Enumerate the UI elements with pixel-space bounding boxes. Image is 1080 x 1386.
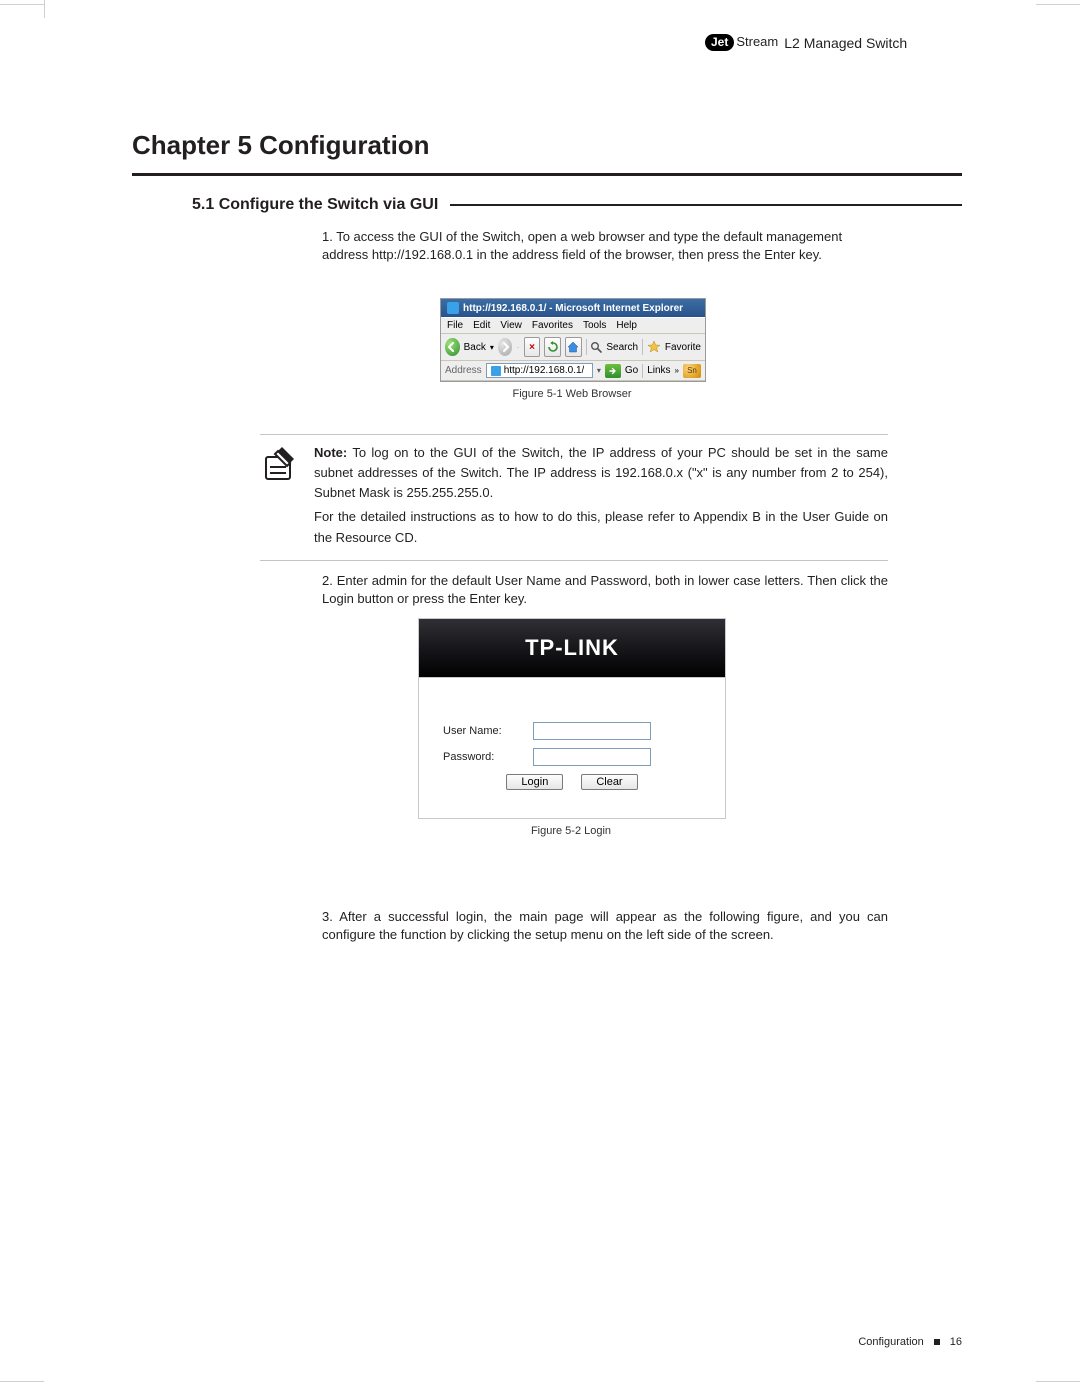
password-label: Password:: [443, 751, 527, 763]
brand-stream: Stream: [736, 34, 778, 49]
note-icon: [260, 443, 300, 485]
links-chevrons-icon[interactable]: »: [675, 366, 679, 375]
ie-menubar: File Edit View Favorites Tools Help: [441, 317, 705, 334]
home-button[interactable]: [565, 337, 582, 357]
crop-mark: [0, 4, 44, 5]
sn-label: Sn: [687, 366, 697, 375]
toolbar-divider: [586, 339, 587, 355]
ie-window: http://192.168.0.1/ - Microsoft Internet…: [440, 298, 706, 382]
sn-button[interactable]: Sn: [683, 364, 701, 378]
address-dropdown-icon[interactable]: ▾: [597, 366, 601, 375]
brand-tagline: L2 Managed Switch: [784, 35, 907, 51]
tp-link-logo: TP-LINK: [525, 635, 619, 661]
menu-file[interactable]: File: [447, 320, 463, 331]
chapter-title: Chapter 5 Configuration: [132, 130, 962, 161]
refresh-button[interactable]: [544, 337, 561, 357]
menu-help[interactable]: Help: [616, 320, 637, 331]
crop-mark: [1036, 1381, 1080, 1382]
stop-button[interactable]: ×: [524, 337, 541, 357]
figure-5-2: TP-LINK User Name: Password: Login Clear…: [418, 618, 724, 837]
login-button[interactable]: Login: [506, 774, 563, 790]
footer-section: Configuration: [858, 1336, 923, 1348]
menu-edit[interactable]: Edit: [473, 320, 490, 331]
page-footer: Configuration 16: [858, 1336, 962, 1348]
favorites-label[interactable]: Favorite: [665, 342, 701, 353]
password-input[interactable]: [533, 748, 651, 766]
login-header: TP-LINK: [419, 619, 725, 678]
header-brand-line: JetStream L2 Managed Switch: [705, 34, 962, 51]
toolbar-separator: ·: [516, 342, 519, 353]
back-dropdown-icon[interactable]: ▾: [490, 343, 494, 352]
toolbar-divider: [642, 339, 643, 355]
step-2-text: 2. Enter admin for the default User Name…: [322, 572, 888, 608]
step-3-text: 3. After a successful login, the main pa…: [322, 908, 888, 944]
search-label[interactable]: Search: [606, 342, 638, 353]
menu-tools[interactable]: Tools: [583, 320, 606, 331]
chapter-rule: [132, 173, 962, 176]
note-label: Note:: [314, 445, 347, 460]
address-input[interactable]: http://192.168.0.1/: [486, 363, 593, 378]
ie-toolbar: Back ▾ · × Search: [441, 334, 705, 361]
page-icon: [491, 366, 501, 376]
note-p1: To log on to the GUI of the Switch, the …: [314, 445, 888, 500]
figure-5-2-caption: Figure 5-2 Login: [418, 825, 724, 837]
password-row: Password:: [443, 748, 701, 766]
address-label: Address: [445, 365, 482, 376]
note-text: Note: To log on to the GUI of the Switch…: [314, 443, 888, 552]
ie-title: http://192.168.0.1/ - Microsoft Internet…: [463, 303, 683, 314]
username-row: User Name:: [443, 722, 701, 740]
menu-favorites[interactable]: Favorites: [532, 320, 573, 331]
crop-mark: [44, 0, 45, 18]
ie-titlebar: http://192.168.0.1/ - Microsoft Internet…: [441, 299, 705, 317]
search-icon: [590, 341, 602, 353]
note-p2: For the detailed instructions as to how …: [314, 507, 888, 547]
stop-x-icon: ×: [529, 342, 535, 353]
crop-mark: [1036, 4, 1080, 5]
refresh-icon: [547, 341, 559, 353]
back-arrow-icon: [447, 342, 457, 352]
username-input[interactable]: [533, 722, 651, 740]
login-body: User Name: Password: Login Clear: [419, 678, 725, 818]
links-label[interactable]: Links: [647, 365, 670, 376]
addrbar-divider: [642, 364, 643, 378]
go-label: Go: [625, 365, 638, 376]
section-title: 5.1 Configure the Switch via GUI: [192, 196, 438, 214]
back-label: Back: [464, 342, 486, 353]
favorites-star-icon: [647, 340, 661, 354]
crop-mark: [0, 1381, 44, 1382]
section-rule: [450, 204, 962, 206]
note-rule-bottom: [260, 560, 888, 561]
login-panel: TP-LINK User Name: Password: Login Clear: [418, 618, 726, 819]
footer-square-icon: [934, 1339, 940, 1345]
forward-arrow-icon: [500, 342, 510, 352]
address-value: http://192.168.0.1/: [504, 365, 585, 376]
ie-address-bar: Address http://192.168.0.1/ ▾ Go Links »…: [441, 361, 705, 381]
body-step1: 1. To access the GUI of the Switch, open…: [322, 228, 888, 264]
brand-jet: Jet: [705, 34, 734, 51]
figure-5-1-caption: Figure 5-1 Web Browser: [440, 388, 704, 400]
login-buttons: Login Clear: [443, 774, 701, 790]
home-icon: [567, 341, 579, 353]
figure-5-1: http://192.168.0.1/ - Microsoft Internet…: [440, 298, 704, 400]
ie-icon: [447, 302, 459, 314]
forward-button[interactable]: [498, 338, 513, 356]
back-button[interactable]: [445, 338, 460, 356]
go-button[interactable]: [605, 364, 621, 378]
footer-page-number: 16: [950, 1336, 962, 1348]
note-block: Note: To log on to the GUI of the Switch…: [260, 434, 888, 561]
brand-mark: JetStream: [705, 34, 778, 51]
go-arrow-icon: [609, 367, 617, 375]
step-1-text: 1. To access the GUI of the Switch, open…: [322, 228, 888, 264]
menu-view[interactable]: View: [500, 320, 522, 331]
username-label: User Name:: [443, 725, 527, 737]
section-heading: 5.1 Configure the Switch via GUI: [192, 196, 962, 214]
chapter-heading-block: Chapter 5 Configuration: [132, 130, 962, 176]
clear-button[interactable]: Clear: [581, 774, 637, 790]
